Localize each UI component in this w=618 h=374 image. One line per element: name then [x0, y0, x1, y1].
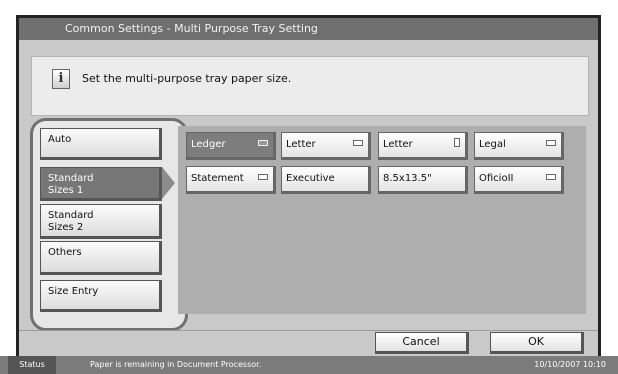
window-title: Common Settings - Multi Purpose Tray Set… [19, 18, 598, 40]
paper-landscape-icon [258, 140, 268, 146]
category-size-entry-button[interactable]: Size Entry [40, 280, 162, 312]
paper-landscape-icon [546, 174, 556, 180]
cancel-button[interactable]: Cancel [375, 332, 469, 354]
paper-landscape-icon [353, 140, 363, 146]
size-oficio-ii-button[interactable]: OficioII [474, 166, 564, 194]
ok-button[interactable]: OK [490, 332, 584, 354]
category-label: Standard Sizes 1 [48, 173, 94, 196]
info-icon: i [52, 69, 70, 89]
size-label: OficioII [479, 173, 514, 184]
instruction-text: Set the multi-purpose tray paper size. [82, 72, 292, 85]
status-message: Paper is remaining in Document Processor… [90, 360, 262, 369]
category-auto-button[interactable]: Auto [40, 128, 162, 160]
size-label: 8.5x13.5" [383, 173, 432, 184]
category-standard-sizes-2-button[interactable]: Standard Sizes 2 [40, 204, 162, 239]
size-letter-landscape-button[interactable]: Letter [281, 132, 371, 160]
size-8-5x13-5-button[interactable]: 8.5x13.5" [378, 166, 468, 194]
size-statement-button[interactable]: Statement [186, 166, 276, 194]
message-panel: i Set the multi-purpose tray paper size. [31, 56, 589, 116]
size-letter-portrait-button[interactable]: Letter [378, 132, 468, 160]
category-label: Auto [48, 134, 72, 145]
paper-portrait-icon [454, 138, 460, 147]
status-button[interactable]: Status [8, 356, 56, 374]
category-label: Size Entry [48, 286, 99, 297]
size-legal-button[interactable]: Legal [474, 132, 564, 160]
category-standard-sizes-1-button[interactable]: Standard Sizes 1 [40, 167, 162, 201]
category-label: Others [48, 247, 82, 258]
size-label: Letter [383, 139, 413, 150]
paper-landscape-icon [546, 140, 556, 146]
size-label: Letter [286, 139, 316, 150]
selection-arrow [162, 167, 175, 199]
size-label: Legal [479, 139, 506, 150]
size-label: Statement [191, 173, 244, 184]
size-label: Executive [286, 173, 335, 184]
category-label: Standard Sizes 2 [48, 210, 94, 233]
size-executive-button[interactable]: Executive [281, 166, 371, 194]
paper-landscape-icon [258, 174, 268, 180]
size-ledger-button[interactable]: Ledger [186, 132, 276, 160]
status-datetime: 10/10/2007 10:10 [534, 360, 606, 369]
category-others-button[interactable]: Others [40, 241, 162, 275]
size-label: Ledger [191, 139, 226, 150]
status-bar: Status Paper is remaining in Document Pr… [0, 356, 618, 374]
